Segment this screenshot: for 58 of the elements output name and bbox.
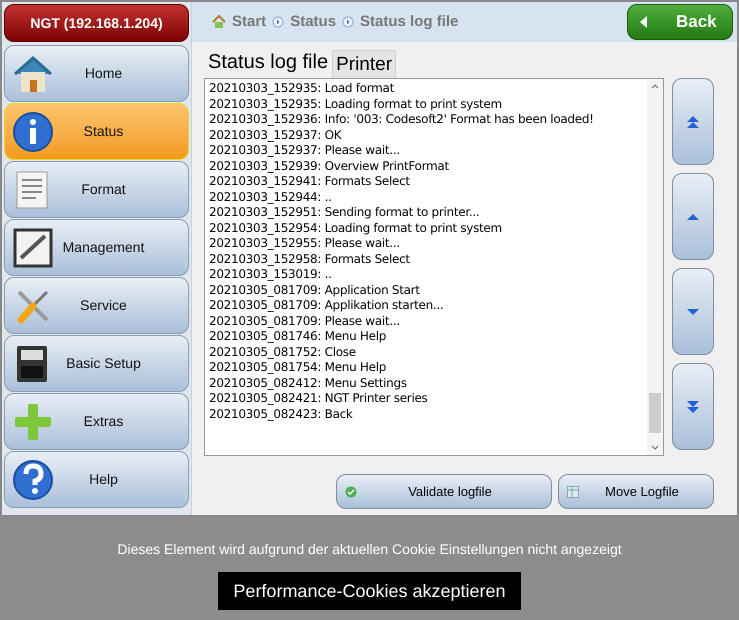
scroll-button[interactable] [672, 78, 714, 165]
scroll-up-icon[interactable] [651, 83, 659, 89]
sidebar-item[interactable]: Format [4, 161, 189, 218]
scrollbar[interactable] [647, 79, 663, 455]
down-arrow-icon [686, 308, 700, 316]
action-button[interactable]: Move Logfile [558, 474, 714, 509]
scroll-down-icon[interactable] [651, 445, 659, 451]
scroll-button[interactable] [672, 268, 714, 355]
log-line: 20210303_152954: Loading format to print system [209, 220, 503, 236]
sidebar-item[interactable]: Help [4, 451, 189, 508]
log-line: 20210305_081752: Close [209, 344, 357, 360]
sidebar-item[interactable]: Service [4, 277, 189, 334]
log-line: 20210305_081754: Menu Help [209, 360, 388, 376]
back-button[interactable]: Back [627, 4, 733, 40]
log-line: 20210305_081746: Menu Help [209, 329, 388, 344]
sidebar-item[interactable]: Extras [4, 393, 189, 450]
scroll-button[interactable] [672, 173, 714, 260]
log-line: 20210303_152944: .. [209, 190, 333, 205]
log-line: 20210303_153019: .. [209, 267, 333, 282]
pen-icon [11, 226, 55, 270]
log-line: 20210305_081709: Application Start [209, 282, 421, 298]
scroll-thumb[interactable] [649, 393, 661, 433]
log-line: 20210303_152951: Sending format to printer... [209, 205, 480, 220]
checkmark-icon [345, 486, 357, 498]
device-label: NGT (192.168.1.204) [4, 4, 189, 42]
sidebar-item[interactable]: Basic Setup [4, 335, 189, 392]
log-line: 20210305_082412: Menu Settings [209, 376, 408, 391]
log-line: 20210303_152937: OK [209, 128, 343, 143]
log-line: 20210303_152936: Info: '003: Codesoft2' Format has been loaded! [209, 112, 595, 128]
up-arrow-icon [686, 212, 700, 220]
double-up-arrow-icon [686, 114, 700, 128]
log-line: 20210303_152955: Please wait... [209, 236, 401, 252]
chevron-right-icon [342, 16, 354, 28]
sidebar-item[interactable]: Home [4, 45, 189, 102]
scroll-button[interactable] [672, 363, 714, 450]
log-line: 20210305_082421: NGT Printer series [209, 391, 429, 406]
action-button[interactable]: Validate logfile [336, 474, 552, 509]
sidebar-item[interactable]: Management [4, 219, 189, 276]
log-line: 20210305_081709: Applikation starten... [209, 298, 444, 314]
chevron-right-icon [272, 16, 284, 28]
double-down-arrow-icon [686, 400, 700, 414]
log-line: 20210303_152935: Loading format to print system [209, 96, 503, 112]
accept-cookies-button[interactable]: Performance-Cookies akzeptieren [218, 572, 521, 610]
log-line: 20210303_152937: Please wait... [209, 143, 401, 158]
log-line: 20210305_081709: Please wait... [209, 314, 401, 329]
info-icon [11, 110, 55, 154]
log-line: 20210303_152939: Overview PrintFormat [209, 158, 450, 174]
tab[interactable]: Printer [332, 50, 396, 78]
log-line: 20210303_152958: Formats Select [209, 252, 411, 267]
log-line: 20210303_152935: Load format [209, 81, 395, 96]
help-icon [11, 458, 55, 502]
cookie-message: Dieses Element wird aufgrund der aktuellen Cookie Einstellungen nicht angezeigt [117, 540, 622, 559]
log-line: 20210303_152941: Formats Select [209, 174, 411, 190]
sidebar-item[interactable]: Status [4, 103, 189, 160]
table-icon [567, 486, 579, 498]
log-line: 20210305_082423: Back [209, 406, 354, 422]
caret-left-icon [640, 16, 648, 28]
home-icon [212, 15, 226, 29]
